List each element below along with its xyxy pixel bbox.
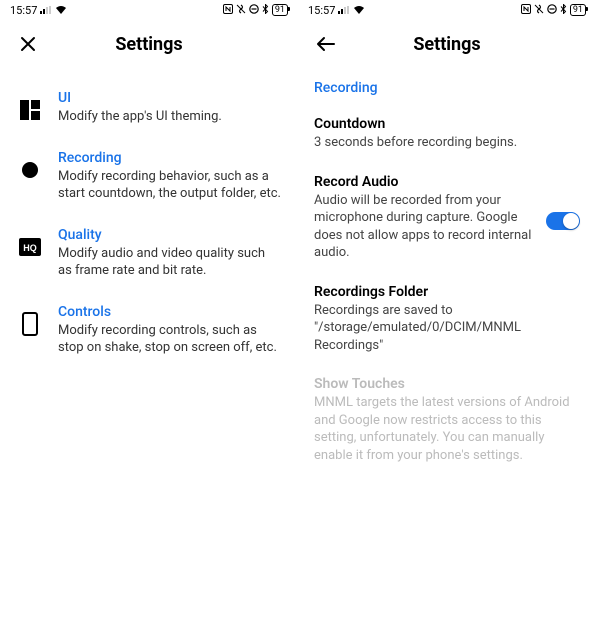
setting-title: Countdown <box>314 116 580 132</box>
status-bar: 15:57 91 <box>0 0 298 20</box>
battery-icon: 91 <box>570 4 586 16</box>
vibrate-icon <box>236 4 246 17</box>
settings-item-ui[interactable]: UI Modify the app's UI theming. <box>16 80 282 140</box>
status-left: 15:57 <box>10 4 67 17</box>
settings-item-controls[interactable]: Controls Modify recording controls, such… <box>16 294 282 371</box>
settings-list: UI Modify the app's UI theming. Recordin… <box>0 72 298 379</box>
settings-item-title: UI <box>58 90 282 106</box>
settings-item-title: Quality <box>58 227 282 243</box>
setting-title: Show Touches <box>314 376 580 392</box>
nfc-icon <box>223 4 233 17</box>
setting-countdown[interactable]: Countdown 3 seconds before recording beg… <box>314 108 580 166</box>
settings-item-desc: Modify recording controls, such as stop … <box>58 322 282 357</box>
section-header-recording: Recording <box>314 80 580 96</box>
setting-title: Recordings Folder <box>314 284 580 300</box>
settings-item-recording[interactable]: Recording Modify recording behavior, suc… <box>16 140 282 217</box>
battery-icon: 91 <box>272 4 288 16</box>
status-bar: 15:57 91 <box>298 0 596 20</box>
setting-recordings-folder[interactable]: Recordings Folder Recordings are saved t… <box>314 276 580 369</box>
vibrate-icon <box>534 4 544 17</box>
page-title: Settings <box>115 34 182 55</box>
svg-text:HQ: HQ <box>23 243 37 253</box>
status-time: 15:57 <box>308 4 335 17</box>
settings-item-title: Recording <box>58 150 282 166</box>
signal-icon <box>40 4 52 17</box>
settings-item-quality[interactable]: HQ Quality Modify audio and video qualit… <box>16 217 282 294</box>
status-right: 91 <box>521 4 586 17</box>
settings-item-text: Quality Modify audio and video quality s… <box>58 227 282 280</box>
record-audio-toggle[interactable] <box>546 212 580 230</box>
dnd-icon <box>249 4 259 17</box>
setting-desc: Audio will be recorded from your microph… <box>314 192 538 262</box>
page-title: Settings <box>413 34 480 55</box>
settings-item-desc: Modify audio and video quality such as f… <box>58 245 282 280</box>
status-time: 15:57 <box>10 4 37 17</box>
setting-record-audio-row: Record Audio Audio will be recorded from… <box>314 166 580 276</box>
settings-item-desc: Modify recording behavior, such as a sta… <box>58 168 282 203</box>
setting-desc: Recordings are saved to "/storage/emulat… <box>314 302 580 355</box>
wifi-icon <box>353 4 365 17</box>
setting-title: Record Audio <box>314 174 538 190</box>
close-button[interactable] <box>16 32 40 56</box>
back-button[interactable] <box>314 32 338 56</box>
status-left: 15:57 <box>308 4 365 17</box>
setting-desc: 3 seconds before recording begins. <box>314 134 580 152</box>
header: Settings <box>298 20 596 72</box>
phone-icon <box>16 310 44 338</box>
setting-show-touches: Show Touches MNML targets the latest ver… <box>314 368 580 478</box>
bluetooth-icon <box>262 4 269 17</box>
signal-icon <box>338 4 350 17</box>
setting-desc: MNML targets the latest versions of Andr… <box>314 394 580 464</box>
settings-item-title: Controls <box>58 304 282 320</box>
record-icon <box>16 156 44 184</box>
hq-icon: HQ <box>16 233 44 261</box>
wifi-icon <box>55 4 67 17</box>
recording-settings-list: Recording Countdown 3 seconds before rec… <box>298 72 596 487</box>
settings-item-text: Recording Modify recording behavior, suc… <box>58 150 282 203</box>
settings-item-text: UI Modify the app's UI theming. <box>58 90 282 126</box>
settings-item-text: Controls Modify recording controls, such… <box>58 304 282 357</box>
dnd-icon <box>547 4 557 17</box>
settings-recording-screen: 15:57 91 Settings Recording Countdown 3 … <box>298 0 596 644</box>
status-right: 91 <box>223 4 288 17</box>
bluetooth-icon <box>560 4 567 17</box>
dashboard-icon <box>16 96 44 124</box>
settings-main-screen: 15:57 91 Settings UI Modify the app's UI… <box>0 0 298 644</box>
settings-item-desc: Modify the app's UI theming. <box>58 108 282 126</box>
nfc-icon <box>521 4 531 17</box>
header: Settings <box>0 20 298 72</box>
setting-record-audio[interactable]: Record Audio Audio will be recorded from… <box>314 166 538 276</box>
